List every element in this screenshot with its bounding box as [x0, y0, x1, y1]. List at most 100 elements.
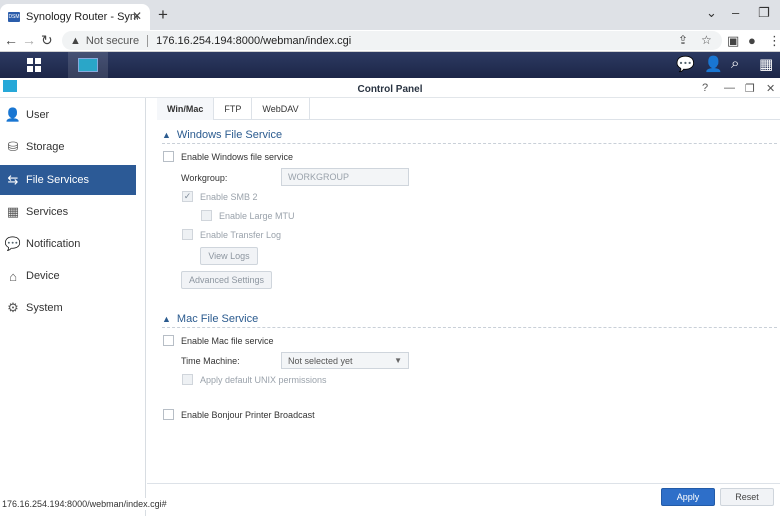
collapse-chevron-icon: ▲ — [162, 130, 171, 140]
enable-mac-label: Enable Mac file service — [181, 335, 274, 346]
workgroup-input[interactable]: WORKGROUP — [281, 168, 409, 186]
large-mtu-checkbox[interactable] — [201, 210, 212, 221]
main-menu-icon — [27, 58, 41, 72]
bonjour-label: Enable Bonjour Printer Broadcast — [181, 409, 315, 420]
sidebar-item-file-services[interactable]: ⇆ File Services — [0, 165, 136, 195]
windows-section-title: Windows File Service — [176, 129, 283, 141]
sidebar-item-label: System — [26, 302, 63, 314]
apply-button[interactable]: Apply — [661, 488, 715, 506]
sidebar: 👤 User ⛁ Storage ⇆ File Services ▦ Servi… — [0, 98, 146, 516]
divider — [147, 34, 149, 47]
sidebar-item-label: Storage — [26, 141, 65, 153]
restore-icon[interactable]: ❐ — [758, 5, 770, 21]
help-icon[interactable]: ? — [702, 82, 708, 94]
reload-icon[interactable]: ↻ — [41, 32, 53, 49]
window-titlebar: Control Panel ? — ❐ ✕ — [0, 80, 780, 98]
tab-search-icon[interactable]: ⌄ — [706, 5, 717, 21]
unix-permissions-label: Apply default UNIX permissions — [200, 374, 327, 385]
bonjour-row[interactable]: Enable Bonjour Printer Broadcast — [163, 409, 315, 420]
section-divider — [162, 143, 777, 144]
search-icon[interactable]: ⌕ — [731, 55, 739, 72]
chat-notification-icon[interactable]: 💬 — [676, 55, 695, 73]
sidebar-item-label: Device — [26, 270, 60, 282]
tab-bar: Win/Mac FTP WebDAV — [157, 98, 780, 120]
large-mtu-row[interactable]: Enable Large MTU — [201, 210, 295, 221]
minimize-icon[interactable]: – — [732, 5, 739, 20]
unix-permissions-row[interactable]: Apply default UNIX permissions — [182, 374, 327, 385]
forward-icon[interactable]: → — [22, 32, 36, 48]
side-panel-icon[interactable]: ▣ — [727, 33, 739, 49]
bonjour-checkbox[interactable] — [163, 409, 174, 420]
enable-mac-checkbox[interactable] — [163, 335, 174, 346]
view-logs-button[interactable]: View Logs — [200, 247, 258, 265]
transfer-log-checkbox[interactable] — [182, 229, 193, 240]
sidebar-item-user[interactable]: 👤 User — [0, 100, 136, 130]
url-text: 176.16.254.194:8000/webman/index.cgi — [156, 34, 352, 47]
windows-section-header[interactable]: ▲ Windows File Service — [162, 129, 282, 141]
reset-button[interactable]: Reset — [720, 488, 774, 506]
browser-tabstrip: DSM Synology Router - SynologyRout ✕ + ⌄… — [0, 0, 780, 30]
user-menu-icon[interactable]: 👤 — [704, 55, 723, 73]
enable-mac-checkbox-row[interactable]: Enable Mac file service — [163, 335, 274, 346]
main-menu-button[interactable] — [14, 52, 54, 78]
dsm-taskbar: 💬 👤 ⌕ ▦ — [0, 52, 780, 78]
window-close-icon[interactable]: ✕ — [766, 82, 775, 95]
mac-section-header[interactable]: ▲ Mac File Service — [162, 313, 258, 325]
bookmark-star-icon[interactable]: ☆ — [701, 33, 712, 47]
sidebar-item-storage[interactable]: ⛁ Storage — [0, 132, 136, 162]
new-tab-icon[interactable]: + — [158, 5, 168, 25]
synology-favicon-icon: DSM — [8, 12, 20, 22]
smb2-row[interactable]: ✓ Enable SMB 2 — [182, 191, 258, 202]
sidebar-item-system[interactable]: ⚙ System — [0, 293, 136, 323]
sidebar-item-label: Services — [26, 206, 69, 218]
tab-webdav[interactable]: WebDAV — [252, 98, 310, 120]
time-machine-value: Not selected yet — [288, 355, 353, 366]
collapse-chevron-icon: ▲ — [162, 314, 171, 324]
file-services-icon: ⇆ — [7, 172, 19, 187]
storage-icon: ⛁ — [7, 139, 19, 154]
transfer-log-label: Enable Transfer Log — [200, 229, 282, 240]
footer-bar: Apply Reset — [147, 483, 780, 516]
dropdown-arrow-icon: ▼ — [394, 356, 402, 365]
sidebar-item-services[interactable]: ▦ Services — [0, 197, 136, 227]
section-divider — [162, 327, 777, 328]
main-content: Win/Mac FTP WebDAV ▲ Windows File Servic… — [147, 98, 780, 484]
enable-windows-label: Enable Windows file service — [181, 151, 294, 162]
tab-close-icon[interactable]: ✕ — [132, 9, 142, 23]
sidebar-item-label: Notification — [26, 238, 81, 250]
widgets-icon[interactable]: ▦ — [759, 55, 773, 73]
sidebar-item-device[interactable]: ⌂ Device — [0, 261, 136, 291]
time-machine-label: Time Machine: — [181, 356, 240, 366]
services-icon: ▦ — [6, 204, 20, 219]
enable-windows-checkbox-row[interactable]: Enable Windows file service — [163, 151, 293, 162]
smb2-checkbox[interactable]: ✓ — [182, 191, 193, 202]
advanced-settings-button[interactable]: Advanced Settings — [181, 271, 272, 289]
transfer-log-row[interactable]: Enable Transfer Log — [182, 229, 281, 240]
large-mtu-label: Enable Large MTU — [219, 210, 295, 221]
device-icon: ⌂ — [9, 268, 17, 284]
control-panel-taskbar-button[interactable] — [68, 52, 108, 78]
tab-ftp[interactable]: FTP — [214, 98, 253, 120]
enable-windows-checkbox[interactable] — [163, 151, 174, 162]
share-icon[interactable]: ⇪ — [678, 33, 688, 47]
warning-icon: ▲ — [70, 34, 81, 47]
window-maximize-icon[interactable]: ❐ — [745, 82, 755, 95]
workgroup-label: Workgroup: — [181, 173, 228, 183]
sidebar-item-notification[interactable]: 💬 Notification — [0, 229, 136, 259]
window-title: Control Panel — [357, 84, 423, 95]
sidebar-item-label: User — [26, 109, 50, 121]
browser-tab-title: Synology Router - SynologyRout — [26, 11, 138, 23]
browser-tab[interactable]: DSM Synology Router - SynologyRout ✕ — [0, 4, 150, 30]
back-icon[interactable]: ← — [4, 32, 18, 48]
tab-win-mac[interactable]: Win/Mac — [157, 98, 215, 120]
unix-permissions-checkbox[interactable] — [182, 374, 193, 385]
status-bar-url: 176.16.254.194:8000/webman/index.cgi# — [0, 498, 169, 510]
smb2-label: Enable SMB 2 — [200, 191, 258, 202]
sidebar-item-label: File Services — [26, 174, 89, 186]
window-minimize-icon[interactable]: — — [724, 82, 735, 94]
menu-icon[interactable]: ⋮ — [768, 33, 780, 49]
time-machine-select[interactable]: Not selected yet ▼ — [281, 352, 409, 369]
system-icon: ⚙ — [7, 300, 19, 315]
url-input[interactable]: ▲ Not secure 176.16.254.194:8000/webman/… — [62, 31, 722, 50]
profile-icon[interactable]: ● — [748, 33, 756, 48]
